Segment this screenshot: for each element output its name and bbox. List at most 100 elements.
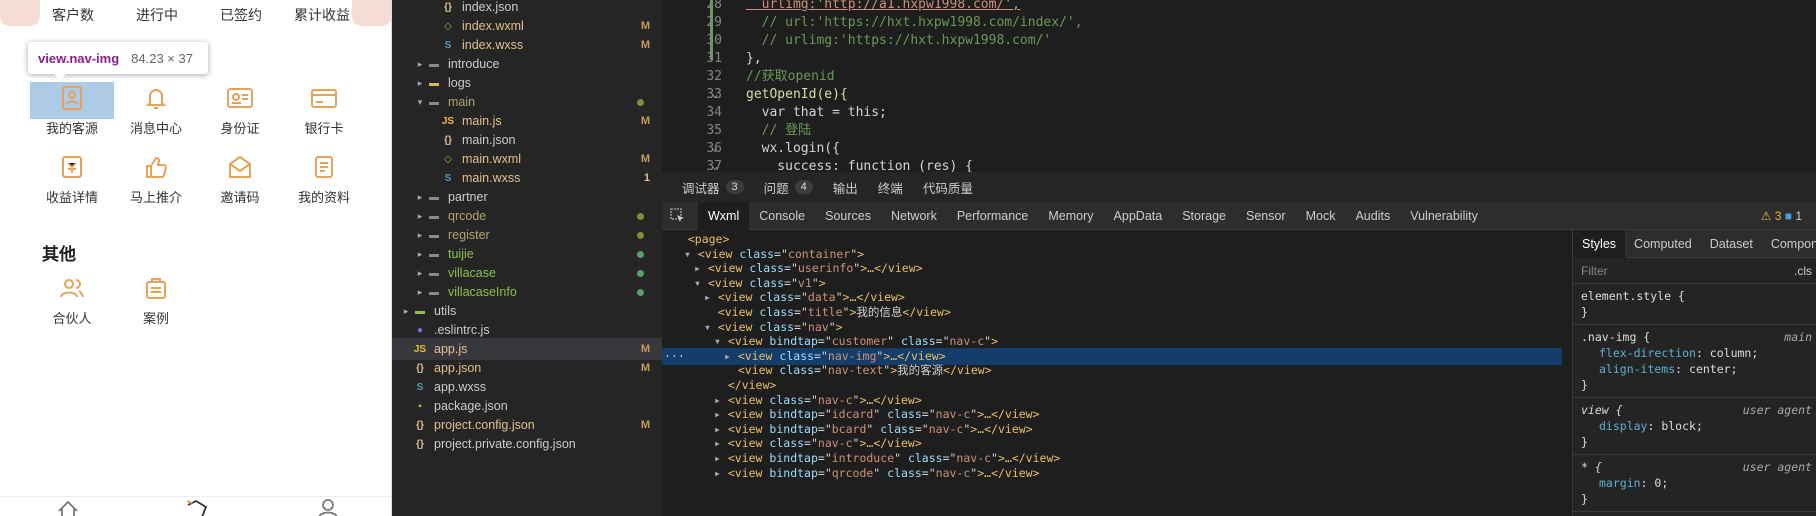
cls-toggle-button[interactable]: .cls [1794, 258, 1812, 284]
node-open-tag: <view [727, 436, 763, 451]
rule-source[interactable]: user agent [1743, 459, 1812, 475]
devtools-tab-performance[interactable]: Performance [947, 202, 1039, 230]
node-toggle-icon[interactable]: ▾ [684, 247, 698, 261]
nav-item-recommend[interactable]: 马上推介 [114, 153, 198, 206]
devtools-tab-sources[interactable]: Sources [815, 202, 881, 230]
nav-item-invite-code[interactable]: 邀请码 [198, 153, 282, 206]
node-inner: > [857, 246, 865, 261]
node-toggle-icon[interactable]: ▾ [714, 334, 728, 348]
folder-icon: ▬ [415, 305, 425, 317]
node-attr-value: v1 [797, 275, 812, 290]
rule-property[interactable]: display: block; [1581, 418, 1808, 434]
node-toggle-icon[interactable]: ▸ [714, 422, 728, 436]
panel-tab-code-quality[interactable]: 代码质量 [923, 178, 973, 197]
styles-tab-component[interactable]: Component [1762, 230, 1816, 258]
style-rule[interactable]: .nav-img {main flex-direction: column; ali… [1573, 325, 1816, 398]
devtools-tab-appdata[interactable]: AppData [1104, 202, 1173, 230]
nav-item-earnings[interactable]: 收益详情 [30, 153, 114, 206]
devtools-tab-wxml[interactable]: Wxml [698, 201, 750, 230]
nav-item-cases[interactable]: 案例 [114, 274, 198, 327]
code-text: urlimg:'http://a1.hxpw1998.com/', [746, 0, 1020, 12]
style-rule[interactable]: * {user agent margin: 0;} [1573, 455, 1816, 512]
issue-counter[interactable]: ⚠ 3 ■ 1 [1761, 202, 1802, 230]
panel-tab-label: 终端 [877, 181, 903, 196]
nav-item-partners[interactable]: 合伙人 [30, 274, 114, 327]
node-toggle-icon[interactable]: ▸ [714, 436, 728, 450]
rule-property[interactable]: flex-direction: column; [1581, 345, 1808, 361]
fold-chevron-icon[interactable]: ⌄ [712, 140, 718, 158]
node-open-tag: <view [727, 421, 763, 436]
node-toggle-icon[interactable]: ▸ [714, 451, 728, 465]
tree-item-label: main.json [462, 133, 516, 147]
panel-tab-output[interactable]: 输出 [833, 178, 858, 197]
nav-item-my-customers[interactable]: 我的客源 [30, 84, 114, 137]
node-attr-quote: " [887, 334, 895, 349]
styles-tab-dataset[interactable]: Dataset [1701, 230, 1762, 258]
node-attr-name: class [759, 290, 795, 305]
rule-property[interactable]: align-items: center; [1581, 361, 1808, 377]
devtools-tab-console[interactable]: Console [749, 202, 815, 230]
node-open-tag: <view [737, 363, 773, 378]
nav-item-id-card[interactable]: 身份证 [198, 84, 282, 137]
devtools-tab-network[interactable]: Network [881, 202, 947, 230]
node-toggle-icon[interactable]: ▸ [714, 407, 728, 421]
devtools-tab-memory[interactable]: Memory [1038, 202, 1103, 230]
code-line: 28 urlimg:'http://a1.hxpw1998.com/', [662, 0, 1816, 14]
profile-doc-icon [315, 156, 333, 178]
property-colon: : [1640, 476, 1655, 490]
node-attr-quote: " [835, 290, 843, 305]
node-open-tag: <view [727, 451, 763, 465]
devtools-tab-vulnerability[interactable]: Vulnerability [1400, 202, 1488, 230]
node-toggle-icon[interactable] [714, 378, 728, 392]
devtools-tab-mock[interactable]: Mock [1296, 202, 1346, 230]
property-value: 0; [1654, 476, 1669, 490]
panel-tab-problems[interactable]: 问题 4 [764, 178, 813, 197]
styles-filter-input[interactable]: Filter .cls [1573, 258, 1816, 284]
folder-icon: ▬ [429, 286, 439, 298]
error-icon: ■ [1784, 209, 1792, 223]
node-toggle-icon[interactable] [724, 363, 738, 377]
node-toggle-icon[interactable]: ▾ [704, 320, 718, 334]
home-icon[interactable] [56, 497, 80, 516]
rule-source[interactable]: user agent [1743, 402, 1812, 418]
code-editor[interactable]: 28 urlimg:'http://a1.hxpw1998.com/', 29 /… [662, 0, 1816, 172]
style-rule[interactable]: element.style {} [1573, 284, 1816, 325]
node-toggle-icon[interactable]: ▸ [694, 261, 708, 275]
panel-tab-debugger[interactable]: 调试器 3 [682, 178, 744, 197]
panel-tab-terminal[interactable]: 终端 [878, 178, 903, 197]
rule-property[interactable]: margin: 0; [1581, 475, 1808, 491]
wxml-node[interactable]: ▸ <view bindtap="qrcode" class="nav-c">…… [662, 465, 1562, 482]
recommend-tab-icon[interactable] [184, 497, 210, 516]
styles-tab-computed[interactable]: Computed [1625, 230, 1701, 258]
wxml-tree[interactable]: <page> ▾ <view class="container"> ▸ <view … [662, 230, 1562, 516]
devtools-tab-storage[interactable]: Storage [1172, 202, 1236, 230]
fold-chevron-icon[interactable]: ⌄ [712, 86, 718, 104]
node-toggle-icon[interactable] [674, 232, 688, 246]
fold-chevron-icon[interactable]: ⌄ [712, 158, 718, 172]
node-toggle-icon[interactable] [704, 305, 718, 319]
folder-icon: ▬ [429, 210, 439, 222]
rule-source[interactable]: main [1784, 329, 1812, 345]
git-status-badge: M [640, 419, 650, 431]
line-number: 28 [706, 0, 722, 12]
user-tab-icon[interactable] [316, 497, 340, 516]
node-toggle-icon[interactable]: ▸ [724, 349, 738, 363]
nav-item-messages[interactable]: 消息中心 [114, 84, 198, 137]
nav-item-bank-card[interactable]: 银行卡 [282, 84, 366, 137]
nav-item-my-profile[interactable]: 我的资料 [282, 153, 366, 206]
node-toggle-icon[interactable]: ▸ [704, 290, 718, 304]
node-toggle-icon[interactable]: ▾ [694, 276, 708, 290]
devtools-tab-sensor[interactable]: Sensor [1236, 202, 1296, 230]
devtools-tab-audits[interactable]: Audits [1345, 202, 1400, 230]
inspect-element-icon[interactable] [670, 208, 686, 224]
property-value: column; [1709, 346, 1759, 360]
tree-item-project-private-config-json[interactable]: {} project.private.config.json [392, 433, 662, 455]
node-toggle-icon[interactable]: ▸ [714, 466, 728, 480]
wxss-file-icon: S [444, 172, 452, 184]
error-count: 1 [1795, 209, 1802, 223]
git-status-badge: M [640, 115, 650, 127]
node-toggle-icon[interactable]: ▸ [714, 393, 728, 407]
node-attr-name: class [749, 275, 785, 290]
style-rule[interactable]: view {user agent display: block;} [1573, 398, 1816, 455]
styles-tab-styles[interactable]: Styles [1573, 230, 1626, 258]
